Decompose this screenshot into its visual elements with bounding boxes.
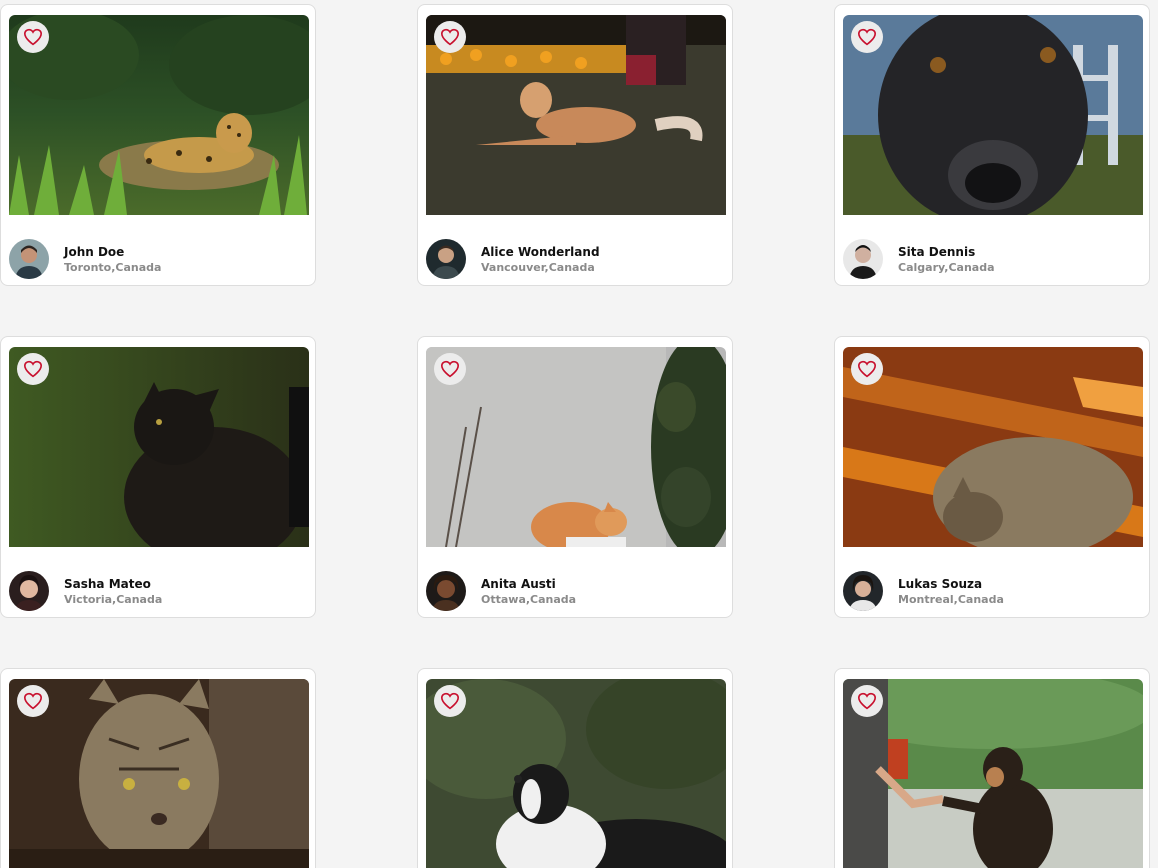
pet-photo[interactable] bbox=[843, 679, 1143, 868]
heart-icon bbox=[23, 28, 43, 46]
owner-location: Toronto,Canada bbox=[64, 261, 162, 274]
heart-icon bbox=[440, 28, 460, 46]
jaguar-photo bbox=[9, 15, 309, 215]
pet-photo[interactable] bbox=[426, 347, 726, 547]
pet-card[interactable]: Lukas Souza Montreal,Canada bbox=[834, 336, 1150, 618]
pet-photo[interactable] bbox=[843, 347, 1143, 547]
avatar-image bbox=[843, 239, 883, 279]
like-button[interactable] bbox=[17, 353, 49, 385]
pet-card[interactable]: Alice Wonderland Vancouver,Canada bbox=[417, 4, 733, 286]
avatar-image bbox=[9, 239, 49, 279]
border-collie-photo bbox=[426, 679, 726, 868]
pet-photo[interactable] bbox=[426, 679, 726, 868]
like-button[interactable] bbox=[17, 21, 49, 53]
like-button[interactable] bbox=[851, 685, 883, 717]
heart-icon bbox=[440, 692, 460, 710]
pet-card[interactable] bbox=[834, 668, 1150, 868]
avatar-image bbox=[843, 571, 883, 611]
owner-name: Anita Austi bbox=[481, 577, 556, 591]
heart-icon bbox=[23, 692, 43, 710]
owner-location: Calgary,Canada bbox=[898, 261, 995, 274]
black-dog-photo bbox=[843, 15, 1143, 215]
owner-location: Victoria,Canada bbox=[64, 593, 163, 606]
owner-name: Sasha Mateo bbox=[64, 577, 151, 591]
tabby-sunlight-photo bbox=[843, 347, 1143, 547]
pet-photo[interactable] bbox=[9, 15, 309, 215]
avatar-image bbox=[9, 571, 49, 611]
pet-card[interactable]: Anita Austi Ottawa,Canada bbox=[417, 336, 733, 618]
owner-location: Vancouver,Canada bbox=[481, 261, 595, 274]
like-button[interactable] bbox=[851, 353, 883, 385]
like-button[interactable] bbox=[434, 21, 466, 53]
heart-icon bbox=[440, 360, 460, 378]
owner-location: Ottawa,Canada bbox=[481, 593, 577, 606]
avatar-image bbox=[426, 571, 466, 611]
owner-name: John Doe bbox=[64, 245, 125, 259]
like-button[interactable] bbox=[851, 21, 883, 53]
orange-cat-photo bbox=[426, 347, 726, 547]
owner-name: Alice Wonderland bbox=[481, 245, 600, 259]
like-button[interactable] bbox=[434, 685, 466, 717]
pet-photo[interactable] bbox=[426, 15, 726, 215]
pet-card[interactable] bbox=[0, 668, 316, 868]
pet-card[interactable] bbox=[417, 668, 733, 868]
owner-location: Montreal,Canada bbox=[898, 593, 1004, 606]
like-button[interactable] bbox=[434, 353, 466, 385]
pet-card[interactable]: Sita Dennis Calgary,Canada bbox=[834, 4, 1150, 286]
pet-photo[interactable] bbox=[843, 15, 1143, 215]
owner-name: Lukas Souza bbox=[898, 577, 983, 591]
avatar[interactable] bbox=[843, 571, 883, 611]
avatar-image bbox=[426, 239, 466, 279]
like-button[interactable] bbox=[17, 685, 49, 717]
tabby-drinking-photo bbox=[9, 679, 309, 868]
dog-paw-photo bbox=[843, 679, 1143, 868]
owner-name: Sita Dennis bbox=[898, 245, 976, 259]
avatar[interactable] bbox=[9, 239, 49, 279]
pet-photo[interactable] bbox=[9, 347, 309, 547]
pet-photo[interactable] bbox=[9, 679, 309, 868]
avatar[interactable] bbox=[843, 239, 883, 279]
avatar[interactable] bbox=[426, 571, 466, 611]
heart-icon bbox=[857, 360, 877, 378]
dog-lawn-photo bbox=[426, 15, 726, 215]
black-cat-photo bbox=[9, 347, 309, 547]
avatar[interactable] bbox=[426, 239, 466, 279]
avatar[interactable] bbox=[9, 571, 49, 611]
pet-card-grid: John Doe Toronto,Canada Alice Wonderland… bbox=[0, 0, 1158, 868]
pet-card[interactable]: John Doe Toronto,Canada bbox=[0, 4, 316, 286]
heart-icon bbox=[857, 28, 877, 46]
pet-card[interactable]: Sasha Mateo Victoria,Canada bbox=[0, 336, 316, 618]
heart-icon bbox=[857, 692, 877, 710]
heart-icon bbox=[23, 360, 43, 378]
